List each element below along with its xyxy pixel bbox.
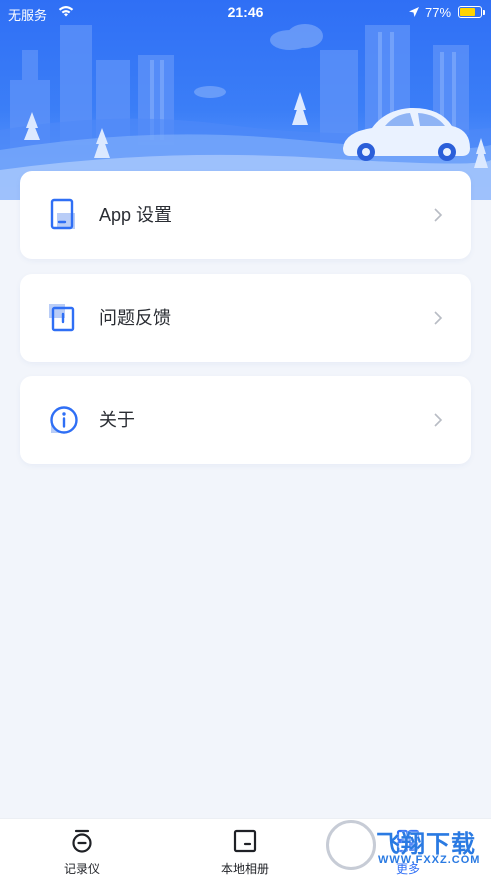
watermark-logo: 飞翔下载 WWW.FXXZ.COM xyxy=(326,818,486,874)
status-bar: 无服务 21:46 77% xyxy=(0,0,491,26)
tablet-settings-icon xyxy=(47,197,81,233)
chevron-right-icon xyxy=(433,310,443,326)
dashcam-icon xyxy=(69,828,95,854)
album-icon xyxy=(232,828,258,854)
menu-item-app-settings[interactable]: App 设置 xyxy=(20,171,471,259)
menu-item-about[interactable]: 关于 xyxy=(20,376,471,464)
chevron-right-icon xyxy=(433,412,443,428)
tab-local-album[interactable]: 本地相册 xyxy=(185,819,305,877)
watermark-url: WWW.FXXZ.COM xyxy=(378,854,481,866)
city-illustration xyxy=(0,24,491,200)
clouds xyxy=(194,24,323,98)
menu-item-label: App 设置 xyxy=(99,205,173,225)
menu-item-label: 关于 xyxy=(99,410,135,430)
menu-item-feedback[interactable]: 问题反馈 xyxy=(20,274,471,362)
location-arrow-icon xyxy=(408,5,420,21)
tab-label: 记录仪 xyxy=(63,862,100,876)
header-banner xyxy=(0,0,491,200)
chevron-right-icon xyxy=(433,207,443,223)
battery-fill xyxy=(460,8,475,16)
menu-item-label: 问题反馈 xyxy=(99,308,171,328)
battery-percent: 77% xyxy=(425,5,452,20)
tab-recorder[interactable]: 记录仪 xyxy=(22,819,142,877)
info-circle-icon xyxy=(47,402,81,438)
watermark-emblem-icon xyxy=(326,820,376,870)
battery-icon xyxy=(458,6,485,18)
feedback-book-icon xyxy=(47,300,81,336)
tab-label: 本地相册 xyxy=(220,862,269,876)
